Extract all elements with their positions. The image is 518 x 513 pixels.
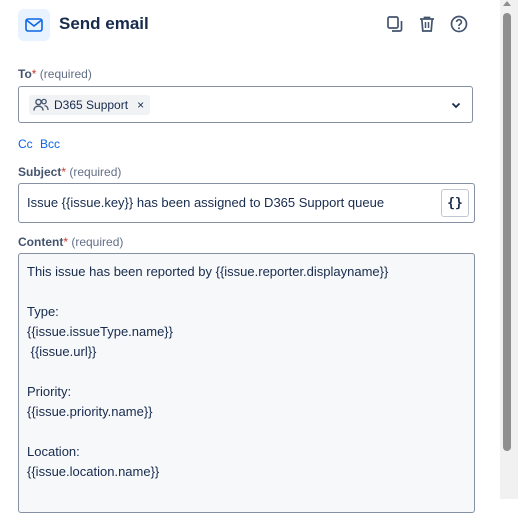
group-icon xyxy=(33,98,49,111)
smart-value-button[interactable]: {} xyxy=(441,189,469,217)
to-field[interactable]: D365 Support × xyxy=(18,86,473,123)
required-text: (required) xyxy=(69,165,122,179)
required-mark: * xyxy=(31,67,37,81)
content-label: Content* (required) xyxy=(18,235,123,249)
help-icon xyxy=(450,15,468,33)
to-label: To* (required) xyxy=(18,67,92,81)
content-label-text: Content xyxy=(18,235,64,249)
chevron-down-icon[interactable] xyxy=(450,98,462,116)
required-mark: * xyxy=(63,235,68,249)
subject-field: {} xyxy=(18,183,475,223)
content-text: This issue has been reported by {{issue.… xyxy=(27,264,389,479)
cc-link[interactable]: Cc xyxy=(18,137,33,151)
content-textarea[interactable]: This issue has been reported by {{issue.… xyxy=(18,253,475,513)
copy-icon xyxy=(387,16,403,32)
required-text: (required) xyxy=(39,67,92,81)
mail-icon xyxy=(18,9,50,41)
remove-recipient-button[interactable]: × xyxy=(137,98,144,112)
trash-icon xyxy=(420,16,434,32)
required-mark: * xyxy=(61,165,67,179)
recipient-name: D365 Support xyxy=(54,98,129,112)
required-text: (required) xyxy=(71,235,124,249)
help-button[interactable] xyxy=(447,12,471,36)
panel-title: Send email xyxy=(59,14,149,33)
duplicate-button[interactable] xyxy=(383,12,407,36)
scrollbar-thumb[interactable] xyxy=(503,13,511,451)
subject-input[interactable] xyxy=(27,195,437,210)
to-label-text: To xyxy=(18,67,32,81)
subject-label: Subject* (required) xyxy=(18,165,121,179)
delete-button[interactable] xyxy=(415,12,439,36)
scroll-up-arrow-icon[interactable] xyxy=(503,1,511,6)
subject-label-text: Subject xyxy=(18,165,62,179)
recipient-chip: D365 Support × xyxy=(29,95,151,115)
send-email-panel: Send email To* (required) D365 Support ×… xyxy=(0,0,500,513)
bcc-link[interactable]: Bcc xyxy=(40,137,60,151)
